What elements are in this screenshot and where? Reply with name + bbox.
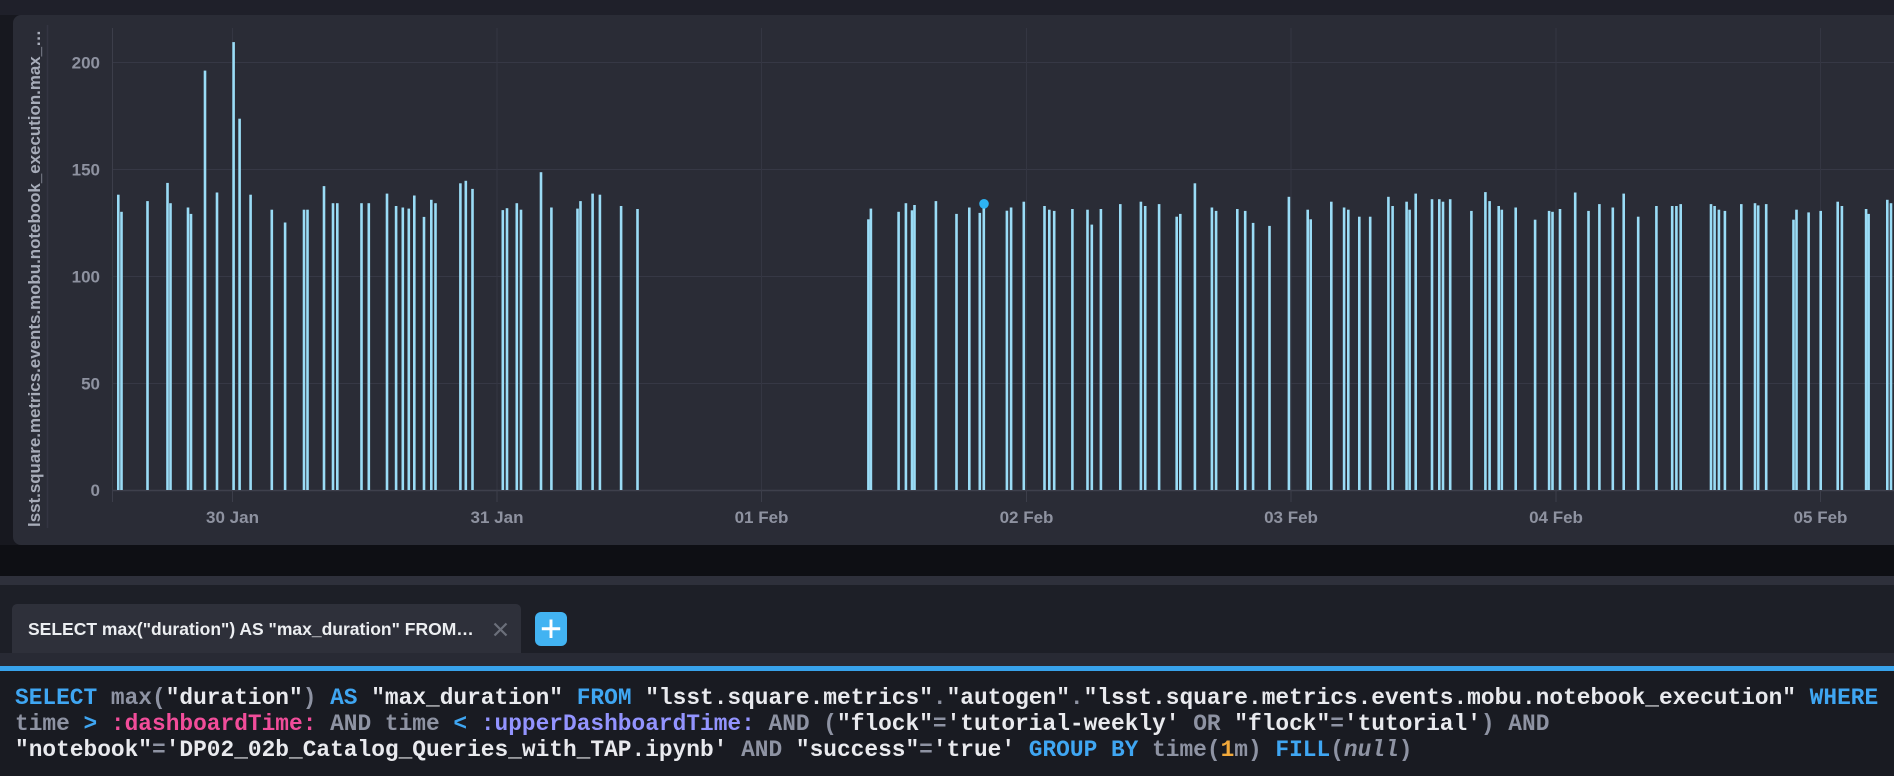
svg-text:04 Feb: 04 Feb bbox=[1529, 508, 1583, 527]
svg-text:150: 150 bbox=[72, 161, 100, 180]
svg-text:30 Jan: 30 Jan bbox=[206, 508, 259, 527]
svg-text:03 Feb: 03 Feb bbox=[1264, 508, 1318, 527]
svg-text:200: 200 bbox=[72, 54, 100, 73]
svg-text:05 Feb: 05 Feb bbox=[1794, 508, 1848, 527]
svg-text:31 Jan: 31 Jan bbox=[471, 508, 524, 527]
svg-text:0: 0 bbox=[91, 481, 100, 500]
svg-text:01 Feb: 01 Feb bbox=[735, 508, 789, 527]
svg-text:50: 50 bbox=[81, 375, 100, 394]
svg-text:lsst.square.metrics.events.mob: lsst.square.metrics.events.mobu.notebook… bbox=[25, 30, 44, 527]
svg-text:02 Feb: 02 Feb bbox=[1000, 508, 1054, 527]
svg-text:100: 100 bbox=[72, 268, 100, 287]
